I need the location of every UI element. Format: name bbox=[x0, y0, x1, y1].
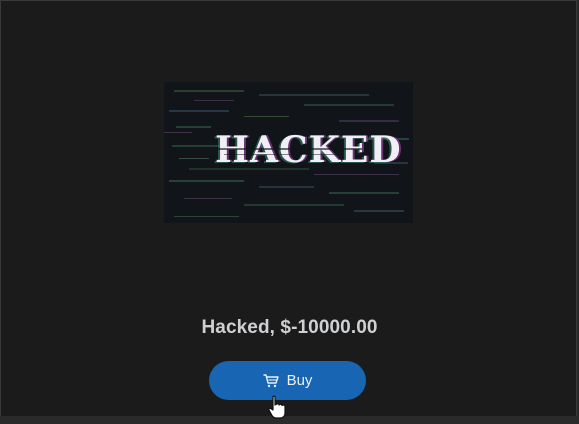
cart-icon bbox=[262, 373, 279, 389]
product-image: HACKED HACKED HACKED bbox=[164, 82, 413, 223]
product-card: HACKED HACKED HACKED Hacked, $-10000.00 … bbox=[0, 0, 577, 419]
buy-button-label: Buy bbox=[286, 372, 313, 389]
hand-pointer-icon bbox=[265, 395, 291, 419]
hacked-glitch-image: HACKED HACKED HACKED bbox=[164, 82, 413, 223]
product-title: Hacked, $-10000.00 bbox=[201, 317, 378, 338]
